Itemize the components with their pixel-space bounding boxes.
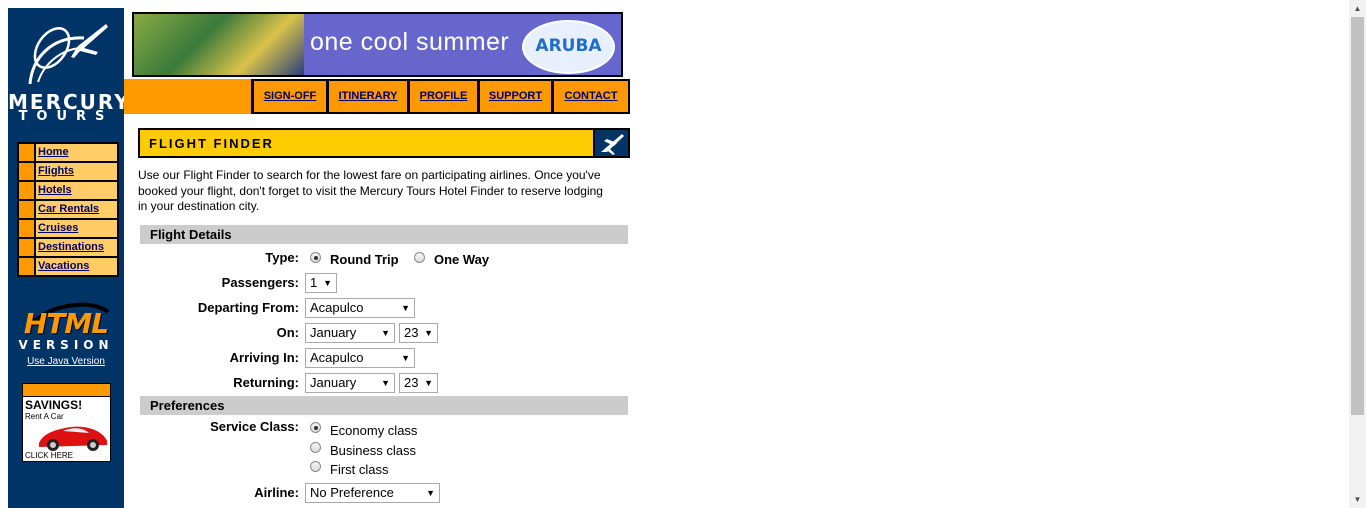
intro-text: Use our Flight Finder to search for the … (138, 168, 603, 213)
one-way-label: One Way (434, 252, 490, 267)
sidebar-nav: Home Flights Hotels Car Rentals Cruises … (17, 142, 119, 277)
sidebar-item-car-rentals[interactable]: Car Rentals (19, 201, 117, 218)
arriving-select[interactable]: Acapulco ▼ (305, 348, 415, 368)
arriving-label: Arriving In: (229, 350, 299, 365)
returning-month-select[interactable]: January ▼ (305, 373, 395, 393)
on-label: On: (276, 325, 299, 340)
arriving-value: Acapulco (310, 350, 364, 365)
on-month-value: January (310, 325, 357, 340)
sidebar-item-vacations[interactable]: Vacations (19, 258, 117, 275)
on-day-value: 23 (404, 325, 419, 340)
banner-text: one cool summer (310, 28, 510, 56)
java-version-link[interactable]: Use Java Version (8, 356, 124, 367)
returning-month-value: January (310, 375, 357, 390)
passengers-value: 1 (310, 275, 318, 290)
chevron-down-icon: ▼ (323, 278, 332, 288)
chevron-down-icon: ▼ (381, 378, 390, 388)
html-version-badge: HTML (23, 307, 109, 340)
scroll-down-icon[interactable]: ▼ (1349, 491, 1366, 508)
departing-value: Acapulco (310, 300, 364, 315)
chevron-down-icon: ▼ (424, 328, 433, 338)
departing-label: Departing From: (197, 300, 299, 315)
promo-banner[interactable]: one cool summer ARUBA (132, 12, 623, 77)
sidebar-link-cruises[interactable]: Cruises (36, 220, 117, 237)
business-class-label: Business class (330, 443, 416, 458)
nav-support[interactable]: SUPPORT (480, 81, 551, 112)
chevron-down-icon: ▼ (381, 328, 390, 338)
scrollbar-thumb[interactable] (1351, 17, 1364, 415)
airline-label: Airline: (254, 485, 299, 500)
aruba-logo: ARUBA (522, 20, 615, 74)
sidebar-item-cruises[interactable]: Cruises (19, 220, 117, 237)
sidebar-link-hotels[interactable]: Hotels (36, 182, 117, 199)
sidebar-item-destinations[interactable]: Destinations (19, 239, 117, 256)
version-label: VERSION (18, 338, 114, 352)
business-class-radio[interactable] (310, 442, 321, 453)
banner-photo (134, 14, 304, 75)
sidebar-link-car-rentals[interactable]: Car Rentals (36, 201, 117, 218)
ad-header-bar (22, 383, 111, 397)
on-month-select[interactable]: January ▼ (305, 323, 395, 343)
returning-day-value: 23 (404, 375, 419, 390)
chevron-down-icon: ▼ (401, 353, 410, 363)
type-label: Type: (265, 250, 299, 265)
sidebar-link-flights[interactable]: Flights (36, 163, 117, 180)
one-way-radio[interactable] (414, 252, 425, 263)
car-icon (39, 426, 107, 451)
aruba-brand-text: ARUBA (535, 36, 602, 56)
ad-click-text: CLICK HERE (25, 451, 74, 460)
sidebar-link-destinations[interactable]: Destinations (36, 239, 117, 256)
economy-class-radio[interactable] (310, 422, 321, 433)
passengers-label: Passengers: (221, 275, 299, 290)
left-sidebar: MERCURY TOURS Home Flights Hotels Car Re… (8, 8, 129, 508)
nav-profile[interactable]: PROFILE (410, 81, 477, 112)
departing-select[interactable]: Acapulco ▼ (305, 298, 415, 318)
rent-a-car-ad[interactable]: SAVINGS! Rent A Car CLICK HERE (22, 396, 111, 462)
on-day-select[interactable]: 23 ▼ (399, 323, 438, 343)
nav-itinerary[interactable]: ITINERARY (329, 81, 407, 112)
page-title: FLIGHT FINDER (149, 136, 274, 151)
vertical-scrollbar[interactable]: ▲ ▼ (1349, 0, 1366, 508)
flight-details-header: Flight Details (140, 225, 628, 244)
chevron-down-icon: ▼ (424, 378, 433, 388)
passengers-select[interactable]: 1 ▼ (305, 273, 337, 293)
airline-select[interactable]: No Preference ▼ (305, 483, 440, 503)
preferences-header: Preferences (140, 396, 628, 415)
scroll-up-icon[interactable]: ▲ (1349, 0, 1366, 17)
ad-savings-text: SAVINGS! (25, 398, 83, 412)
page-title-bar: FLIGHT FINDER (138, 128, 630, 158)
round-trip-radio[interactable] (310, 252, 321, 263)
sidebar-item-hotels[interactable]: Hotels (19, 182, 117, 199)
sidebar-link-vacations[interactable]: Vacations (36, 258, 117, 275)
round-trip-label: Round Trip (330, 252, 399, 267)
chevron-down-icon: ▼ (426, 488, 435, 498)
airplane-icon (595, 130, 628, 156)
chevron-down-icon: ▼ (401, 303, 410, 313)
first-class-radio[interactable] (310, 461, 321, 472)
sidebar-link-home[interactable]: Home (36, 144, 117, 161)
service-class-label: Service Class: (210, 419, 299, 434)
airline-value: No Preference (310, 485, 394, 500)
nav-sign-off[interactable]: SIGN-OFF (254, 81, 326, 112)
economy-class-label: Economy class (330, 423, 418, 438)
returning-day-select[interactable]: 23 ▼ (399, 373, 438, 393)
mercury-logo-icon (28, 24, 108, 85)
logo-subtitle: TOURS (18, 109, 114, 124)
sidebar-item-flights[interactable]: Flights (19, 163, 117, 180)
sidebar-item-home[interactable]: Home (19, 144, 117, 161)
returning-label: Returning: (233, 375, 299, 390)
first-class-label: First class (330, 462, 389, 477)
nav-contact[interactable]: CONTACT (554, 81, 628, 112)
